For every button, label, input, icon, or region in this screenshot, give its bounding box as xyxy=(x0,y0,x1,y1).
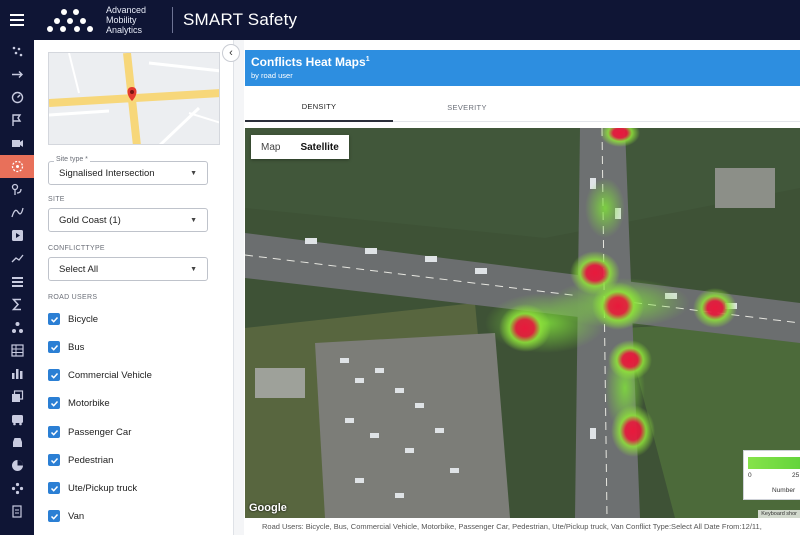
logo-line: Mobility xyxy=(106,15,137,25)
conflict-type-value: Select All xyxy=(59,263,99,275)
legend-mid: 25 xyxy=(792,472,800,479)
pie-chart-icon[interactable] xyxy=(0,454,34,477)
checkbox-passenger-car[interactable]: Passenger Car xyxy=(48,424,131,440)
road-users-label: ROAD USERS xyxy=(48,294,98,301)
checkbox-label: Motorbike xyxy=(68,397,110,409)
nav-rail xyxy=(0,40,34,535)
checkbox-label: Commercial Vehicle xyxy=(68,369,152,381)
checkbox-checked-icon[interactable] xyxy=(48,482,60,494)
checkbox-label: Bicycle xyxy=(68,313,99,325)
chevron-left-icon: ‹ xyxy=(229,47,233,59)
filter-summary: Road Users: Bicycle, Bus, Commercial Veh… xyxy=(262,522,762,531)
chevron-down-icon: ▼ xyxy=(190,169,197,177)
route-flag-icon[interactable] xyxy=(0,109,34,132)
keyboard-shortcuts-link[interactable]: Keyboard shor xyxy=(758,510,800,518)
sigma-icon[interactable] xyxy=(0,293,34,316)
checkbox-ute-pickup-truck[interactable]: Ute/Pickup truck xyxy=(48,480,137,496)
checkbox-motorbike[interactable]: Motorbike xyxy=(48,395,110,411)
checkbox-checked-icon[interactable] xyxy=(48,510,60,522)
tab-density[interactable]: DENSITY xyxy=(245,92,393,122)
legend-label: Number xyxy=(772,487,796,494)
heatmap-map[interactable]: Map Satellite 0 25 Number Google Keyboar… xyxy=(245,128,800,518)
conflict-type-label: CONFLICTTYPE xyxy=(48,245,105,252)
card-title: Conflicts Heat Maps1 xyxy=(251,55,794,69)
copy-icon[interactable] xyxy=(0,385,34,408)
main-content: Conflicts Heat Maps1 by road user DENSIT… xyxy=(244,40,800,535)
checkbox-bicycle[interactable]: Bicycle xyxy=(48,311,98,327)
map-type-toggle: Map Satellite xyxy=(251,135,349,159)
map-type-map-button[interactable]: Map xyxy=(251,142,290,153)
checkbox-label: Ute/Pickup truck xyxy=(68,482,138,494)
checkbox-pedestrian[interactable]: Pedestrian xyxy=(48,452,113,468)
scatter-icon[interactable] xyxy=(0,40,34,63)
satellite-imagery xyxy=(245,128,800,518)
app-title: SMART Safety xyxy=(183,10,298,29)
conflict-type-select[interactable]: Select All ▼ xyxy=(48,257,208,281)
checkbox-label: Van xyxy=(68,510,85,522)
trend-icon[interactable] xyxy=(0,247,34,270)
checkbox-bus[interactable]: Bus xyxy=(48,339,84,355)
divider xyxy=(172,7,173,33)
logo-line: Advanced xyxy=(106,5,147,15)
menu-icon[interactable] xyxy=(0,0,34,40)
checkbox-label: Passenger Car xyxy=(68,426,132,438)
card-header: Conflicts Heat Maps1 by road user xyxy=(245,50,800,86)
chevron-down-icon: ▼ xyxy=(190,216,197,224)
card-subtitle: by road user xyxy=(251,71,293,80)
site-label: SITE xyxy=(48,196,65,203)
site-type-label: Site type * xyxy=(54,156,90,163)
filter-panel: Signalised Intersection ▼ Site type * SI… xyxy=(34,40,234,535)
bus-icon[interactable] xyxy=(0,408,34,431)
heatmap-legend: 0 25 Number xyxy=(743,450,800,500)
card-title-text: Conflicts Heat Maps xyxy=(251,55,366,69)
tab-bar: DENSITY SEVERITY xyxy=(245,92,800,122)
layers-icon[interactable] xyxy=(0,270,34,293)
file-export-icon[interactable] xyxy=(0,500,34,523)
location-minimap[interactable] xyxy=(48,52,220,145)
chevron-down-icon: ▼ xyxy=(190,265,197,273)
site-type-select[interactable]: Signalised Intersection ▼ xyxy=(48,161,208,185)
logo-line: Analytics xyxy=(106,25,143,35)
conflict-target-icon[interactable] xyxy=(0,155,34,178)
map-type-satellite-button[interactable]: Satellite xyxy=(290,142,348,153)
checkbox-checked-icon[interactable] xyxy=(48,454,60,466)
checkbox-checked-icon[interactable] xyxy=(48,397,60,409)
video-play-icon[interactable] xyxy=(0,224,34,247)
card-title-footnote: 1 xyxy=(365,56,370,63)
logo-text: Advanced Mobility Analytics xyxy=(106,5,166,35)
site-select[interactable]: Gold Coast (1) ▼ xyxy=(48,208,208,232)
camera-icon[interactable] xyxy=(0,132,34,155)
arrow-right-icon[interactable] xyxy=(0,63,34,86)
checkbox-label: Pedestrian xyxy=(68,454,114,466)
logo-icon xyxy=(47,9,93,32)
site-type-value: Signalised Intersection xyxy=(59,167,155,179)
checkbox-checked-icon[interactable] xyxy=(48,341,60,353)
minimap-roads xyxy=(49,53,219,144)
top-bar: Advanced Mobility Analytics SMART Safety xyxy=(0,0,800,40)
site-value: Gold Coast (1) xyxy=(59,214,121,226)
collapse-panel-button[interactable]: ‹ xyxy=(222,44,240,62)
curve-icon[interactable] xyxy=(0,201,34,224)
tab-severity[interactable]: SEVERITY xyxy=(393,92,541,122)
checkbox-commercial-vehicle[interactable]: Commercial Vehicle xyxy=(48,367,152,383)
location-route-icon[interactable] xyxy=(0,178,34,201)
gamepad-icon[interactable] xyxy=(0,477,34,500)
table-icon[interactable] xyxy=(0,339,34,362)
checkbox-checked-icon[interactable] xyxy=(48,369,60,381)
google-logo: Google xyxy=(249,502,287,514)
checkbox-label: Bus xyxy=(68,341,85,353)
checkbox-van[interactable]: Van xyxy=(48,508,84,524)
nodes-icon[interactable] xyxy=(0,316,34,339)
vehicle-front-icon[interactable] xyxy=(0,431,34,454)
checkbox-checked-icon[interactable] xyxy=(48,426,60,438)
bar-chart-icon[interactable] xyxy=(0,362,34,385)
speedometer-icon[interactable] xyxy=(0,86,34,109)
checkbox-checked-icon[interactable] xyxy=(48,313,60,325)
legend-gradient xyxy=(748,457,800,469)
legend-min: 0 xyxy=(748,472,752,479)
